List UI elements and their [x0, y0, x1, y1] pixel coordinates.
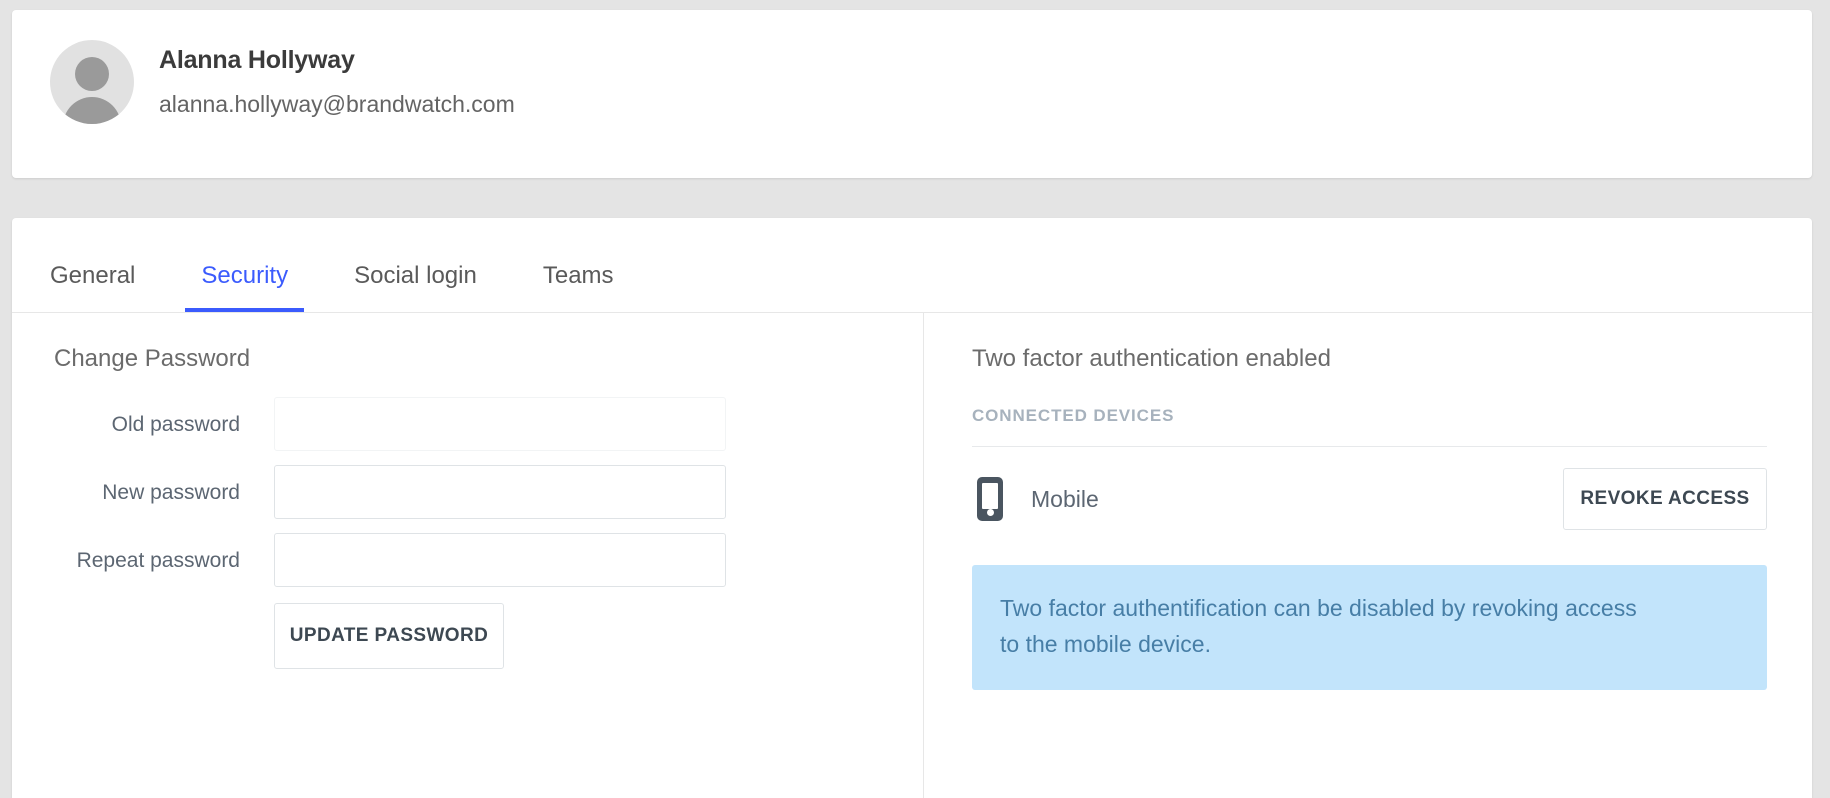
revoke-access-button[interactable]: REVOKE ACCESS	[1563, 468, 1767, 530]
profile-card: Alanna Hollyway alanna.hollyway@brandwat…	[12, 10, 1812, 178]
two-factor-panel: Two factor authentication enabled CONNEC…	[924, 313, 1812, 798]
settings-card: General Security Social login Teams Chan…	[12, 218, 1812, 798]
phone-home-button-shape	[986, 509, 994, 516]
two-factor-info-banner: Two factor authentification can be disab…	[972, 565, 1767, 691]
update-password-button[interactable]: UPDATE PASSWORD	[274, 603, 504, 669]
mobile-phone-icon	[977, 477, 1003, 521]
form-actions-spacer	[12, 603, 274, 669]
change-password-actions: UPDATE PASSWORD	[12, 603, 923, 669]
change-password-form: Old password New password Repeat passwor…	[12, 397, 923, 669]
change-password-title: Change Password	[54, 345, 251, 372]
connected-devices-label: CONNECTED DEVICES	[972, 406, 1175, 425]
new-password-row: New password	[12, 465, 923, 519]
tab-bar: General Security Social login Teams	[12, 218, 1812, 313]
tab-general[interactable]: General	[50, 262, 135, 312]
device-name: Mobile	[1031, 485, 1099, 512]
repeat-password-row: Repeat password	[12, 533, 923, 587]
profile-name: Alanna Hollyway	[159, 46, 355, 74]
change-password-panel: Change Password Old password New passwor…	[12, 313, 924, 798]
old-password-input[interactable]	[274, 397, 726, 451]
tab-social-login[interactable]: Social login	[354, 262, 477, 312]
new-password-input[interactable]	[274, 465, 726, 519]
avatar-head-shape	[75, 57, 109, 91]
new-password-label: New password	[102, 480, 240, 504]
settings-page: Alanna Hollyway alanna.hollyway@brandwat…	[0, 0, 1830, 798]
two-factor-info-text: Two factor authentification can be disab…	[1000, 595, 1637, 657]
two-factor-title: Two factor authentication enabled	[972, 345, 1331, 372]
repeat-password-input[interactable]	[274, 533, 726, 587]
profile-inner: Alanna Hollyway alanna.hollyway@brandwat…	[12, 10, 1812, 124]
old-password-label: Old password	[111, 412, 240, 436]
device-row: Mobile REVOKE ACCESS	[972, 447, 1767, 551]
profile-email: alanna.hollyway@brandwatch.com	[159, 91, 515, 117]
user-avatar-icon	[50, 40, 134, 124]
tab-security[interactable]: Security	[185, 262, 304, 312]
old-password-row: Old password	[12, 397, 923, 451]
repeat-password-label: Repeat password	[76, 548, 240, 572]
panels-container: Change Password Old password New passwor…	[12, 313, 1812, 798]
profile-text-block: Alanna Hollyway alanna.hollyway@brandwat…	[159, 48, 515, 116]
avatar-body-shape	[63, 97, 121, 124]
phone-screen-shape	[982, 483, 998, 509]
tab-teams[interactable]: Teams	[543, 262, 614, 312]
